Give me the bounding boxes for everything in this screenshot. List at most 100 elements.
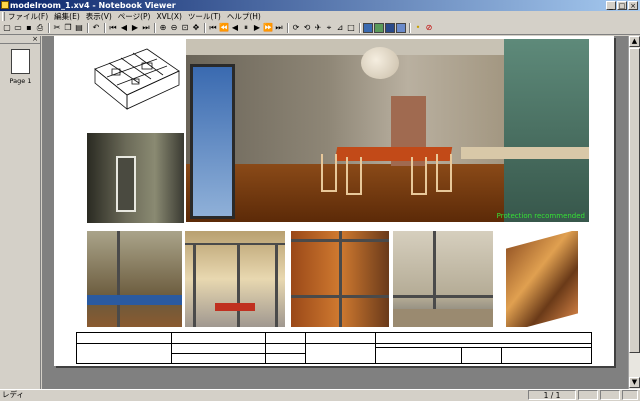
beam <box>87 295 182 305</box>
pillar <box>275 243 278 327</box>
play-icon[interactable]: ▶ <box>252 23 262 33</box>
window-title: modelroom_1.xv4 - Notebook Viewer <box>10 1 176 10</box>
play-back-icon[interactable]: ◀ <box>230 23 240 33</box>
title-bar[interactable]: modelroom_1.xv4 - Notebook Viewer _ □ × <box>0 0 640 11</box>
measure-icon[interactable]: ⊿ <box>335 23 345 33</box>
fit-icon[interactable]: ⊡ <box>180 23 190 33</box>
title-block-rule <box>305 333 306 363</box>
toolbar-separator <box>359 23 361 33</box>
status-cell <box>600 390 620 400</box>
render-thumbnail[interactable] <box>87 231 182 327</box>
title-block-rule <box>265 333 266 363</box>
minimize-icon[interactable]: _ <box>606 1 616 10</box>
toolbar-separator <box>204 23 206 33</box>
iso-floorplan-drawing <box>94 48 180 110</box>
render-thumbnail[interactable] <box>291 231 389 327</box>
iso-floorplan-image[interactable] <box>87 39 185 129</box>
pillar <box>117 231 120 327</box>
fly-icon[interactable]: ✈ <box>313 23 323 33</box>
maximize-icon[interactable]: □ <box>617 1 627 10</box>
menu-tools[interactable]: ツール(T) <box>185 11 224 22</box>
door-frame <box>116 156 136 212</box>
play-last-icon[interactable]: ⏭ <box>274 23 284 33</box>
beam <box>393 309 493 327</box>
pause-icon[interactable]: ⏸ <box>241 23 251 33</box>
scroll-down-icon[interactable]: ▼ <box>629 377 640 388</box>
walk-icon[interactable]: ⟲ <box>302 23 312 33</box>
next-page-icon[interactable]: ▶ <box>130 23 140 33</box>
app-icon[interactable] <box>1 1 9 9</box>
status-cell <box>622 390 638 400</box>
first-page-icon[interactable]: ⏮ <box>108 23 118 33</box>
document-area[interactable]: Protection recommended <box>42 36 628 389</box>
stop-icon[interactable]: ⊘ <box>424 23 434 33</box>
scrollbar-thumb[interactable] <box>629 48 640 353</box>
chair <box>436 154 452 192</box>
main-room-render-image[interactable]: Protection recommended <box>186 39 589 222</box>
vertical-scrollbar[interactable]: ▲ ▼ <box>628 36 640 389</box>
kitchen-counter <box>461 147 589 159</box>
light-icon[interactable]: • <box>413 23 423 33</box>
window-controls: _ □ × <box>606 1 638 10</box>
kitchen-cabinets <box>504 39 589 222</box>
copy-icon[interactable]: ❐ <box>63 23 73 33</box>
chair <box>321 154 337 192</box>
menu-xvl[interactable]: XVL(X) <box>153 12 184 21</box>
play-first-icon[interactable]: ⏮ <box>208 23 218 33</box>
pan-icon[interactable]: ✥ <box>191 23 201 33</box>
close-icon[interactable]: × <box>628 1 638 10</box>
select-icon[interactable]: ⌖ <box>324 23 334 33</box>
cut-icon[interactable]: ✂ <box>52 23 62 33</box>
drawing-title-block <box>76 332 592 364</box>
zoom-out-icon[interactable]: ⊖ <box>169 23 179 33</box>
prev-page-icon[interactable]: ◀ <box>119 23 129 33</box>
page-thumbnail[interactable] <box>11 49 30 74</box>
title-block-rule <box>501 347 502 363</box>
new-icon[interactable]: ▢ <box>2 23 12 33</box>
beam <box>215 303 255 311</box>
close-icon[interactable]: × <box>32 36 38 43</box>
menu-page[interactable]: ページ(P) <box>115 11 154 22</box>
menu-view[interactable]: 表示(V) <box>83 11 115 22</box>
render-thumbnail[interactable] <box>393 231 493 327</box>
save-icon[interactable]: ▪ <box>24 23 34 33</box>
toolbar-separator <box>287 23 289 33</box>
toolbar-separator <box>154 23 156 33</box>
toolbar-separator <box>104 23 106 33</box>
menu-edit[interactable]: 編集(E) <box>51 11 83 22</box>
rotate-icon[interactable]: ⟳ <box>291 23 301 33</box>
doorway-render-image[interactable] <box>87 133 184 223</box>
title-block-rule <box>375 347 591 348</box>
iso-cutaway-thumbnail[interactable] <box>496 231 589 327</box>
beam <box>185 243 285 245</box>
toolbar: ▢ ▭ ▪ ⎙ ✂ ❐ ▤ ↶ ⏮ ◀ ▶ ⏭ ⊕ ⊖ ⊡ ✥ ⏮ ⏪ ◀ ⏸ … <box>0 22 640 35</box>
pillar <box>339 231 342 327</box>
zoom-in-icon[interactable]: ⊕ <box>158 23 168 33</box>
play-rewind-icon[interactable]: ⏪ <box>219 23 229 33</box>
print-icon[interactable]: ⎙ <box>35 23 45 33</box>
title-block-rule <box>375 333 376 363</box>
color-4-icon[interactable] <box>396 23 406 33</box>
status-cell <box>578 390 598 400</box>
section-icon[interactable]: □ <box>346 23 356 33</box>
thumbnail-pane-header: × <box>0 36 40 44</box>
menu-help[interactable]: ヘルプ(H) <box>224 11 264 22</box>
menu-file[interactable]: ファイル(F) <box>5 11 51 22</box>
last-page-icon[interactable]: ⏭ <box>141 23 151 33</box>
chair <box>346 157 362 195</box>
color-2-icon[interactable] <box>374 23 384 33</box>
undo-icon[interactable]: ↶ <box>91 23 101 33</box>
color-1-icon[interactable] <box>363 23 373 33</box>
scroll-up-icon[interactable]: ▲ <box>629 36 640 47</box>
toolbar-separator <box>409 23 411 33</box>
document-page[interactable]: Protection recommended <box>54 36 614 366</box>
color-3-icon[interactable] <box>385 23 395 33</box>
open-icon[interactable]: ▭ <box>13 23 23 33</box>
status-text: レディ <box>2 390 24 399</box>
title-block-rule <box>77 343 591 344</box>
toolbar-separator <box>87 23 89 33</box>
paste-icon[interactable]: ▤ <box>74 23 84 33</box>
render-thumbnail[interactable] <box>185 231 285 327</box>
play-forward-icon[interactable]: ⏩ <box>263 23 273 33</box>
page-indicator: 1 / 1 <box>528 390 576 400</box>
